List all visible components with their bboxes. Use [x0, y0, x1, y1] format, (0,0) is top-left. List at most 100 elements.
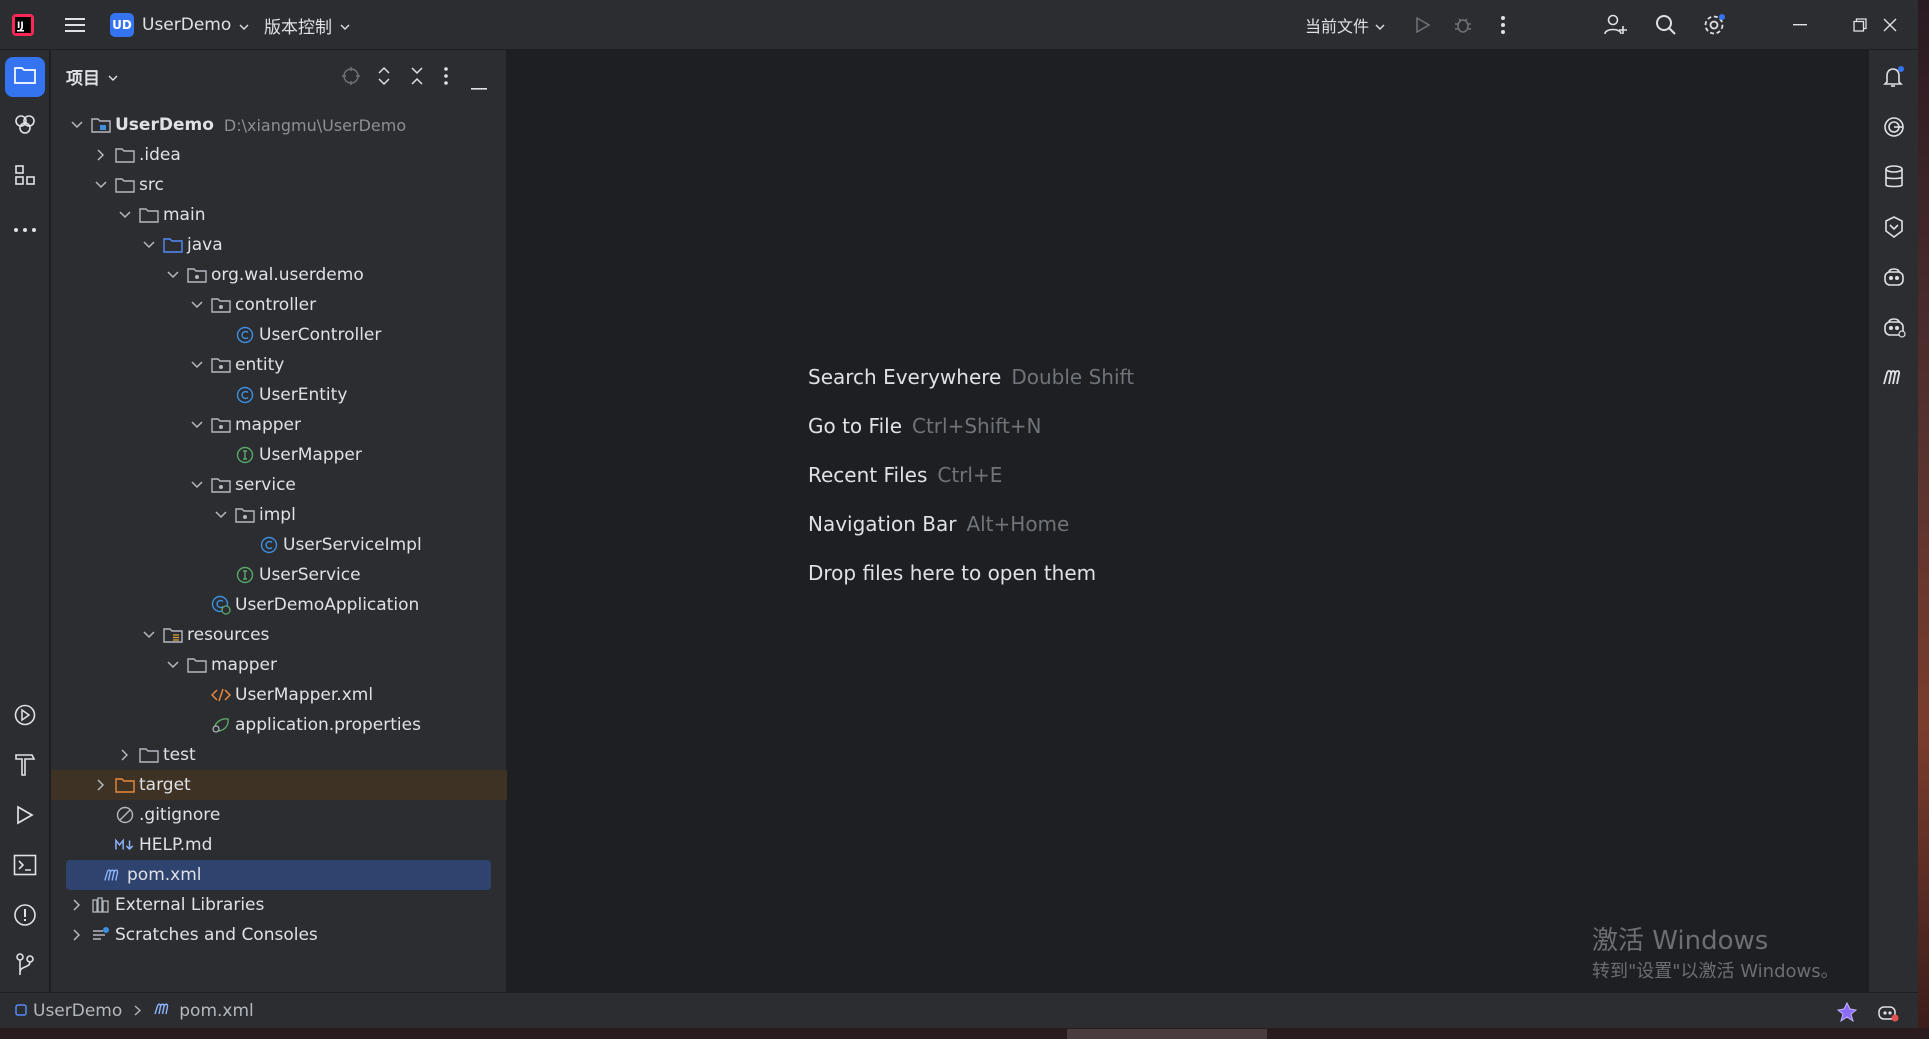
- right-tool-strip: [1868, 50, 1918, 992]
- tree-node-userservice[interactable]: UserService: [63, 560, 503, 590]
- database-icon[interactable]: [1874, 157, 1914, 197]
- ai-assistant-icon[interactable]: [1874, 107, 1914, 147]
- search-icon[interactable]: [1646, 0, 1686, 50]
- notifications-bell-icon[interactable]: [1874, 57, 1914, 97]
- tree-node-root[interactable]: UserDemo D:\xiangmu\UserDemo: [63, 110, 503, 140]
- tree-node-userdemoapplication[interactable]: UserDemoApplication: [63, 590, 503, 620]
- tree-node-usercontroller[interactable]: UserController: [63, 320, 503, 350]
- tree-node-usermapper[interactable]: UserMapper: [63, 440, 503, 470]
- maven-tool-icon[interactable]: [1874, 357, 1914, 397]
- tree-node-resources[interactable]: resources: [63, 620, 503, 650]
- bookmarks-tool-button[interactable]: [5, 107, 45, 147]
- chevron-down-icon[interactable]: [189, 477, 205, 493]
- left-tool-strip: [0, 50, 50, 992]
- copilot-icon[interactable]: [1874, 257, 1914, 297]
- tree-node-idea[interactable]: .idea: [63, 140, 503, 170]
- structure-tool-button[interactable]: [5, 157, 45, 197]
- tree-node-scratches[interactable]: Scratches and Consoles: [63, 920, 503, 950]
- more-actions-icon[interactable]: [1483, 0, 1523, 50]
- tree-node-src[interactable]: src: [63, 170, 503, 200]
- project-switcher[interactable]: UD UserDemo: [110, 0, 249, 50]
- chevron-right-icon[interactable]: [93, 147, 109, 163]
- tree-node-userserviceimpl[interactable]: UserServiceImpl: [63, 530, 503, 560]
- tree-node-package[interactable]: org.wal.userdemo: [63, 260, 503, 290]
- breadcrumb-project[interactable]: UserDemo: [33, 1001, 122, 1021]
- tree-label: HELP.md: [139, 835, 213, 855]
- chevron-down-icon[interactable]: [117, 207, 133, 223]
- chevron-down-icon[interactable]: [141, 627, 157, 643]
- project-panel: 项目 UserDemo D:\xiangmu\UserDemo .idea sr…: [51, 50, 507, 992]
- tip-go-to-file: Go to File Ctrl+Shift+N: [808, 414, 1042, 438]
- hide-panel-icon[interactable]: [471, 75, 487, 95]
- tree-node-service[interactable]: service: [63, 470, 503, 500]
- tree-node-usermapper-xml[interactable]: UserMapper.xml: [63, 680, 503, 710]
- chevron-right-icon[interactable]: [69, 927, 85, 943]
- tree-node-target[interactable]: target: [51, 770, 507, 800]
- options-icon[interactable]: [444, 67, 448, 90]
- tree-node-test[interactable]: test: [63, 740, 503, 770]
- breadcrumb: UserDemo pom.xml: [15, 993, 254, 1029]
- chevron-down-icon[interactable]: [141, 237, 157, 253]
- tree-node-help-md[interactable]: HELP.md: [63, 830, 503, 860]
- chevron-down-icon[interactable]: [93, 177, 109, 193]
- tree-node-external-libraries[interactable]: External Libraries: [63, 890, 503, 920]
- chevron-down-icon[interactable]: [189, 417, 205, 433]
- close-icon[interactable]: [1870, 0, 1910, 50]
- minimize-icon[interactable]: [1780, 0, 1820, 50]
- chevron-down-icon[interactable]: [213, 507, 229, 523]
- tip-shortcut: Ctrl+Shift+N: [912, 414, 1042, 438]
- tree-node-resources-mapper[interactable]: mapper: [63, 650, 503, 680]
- tree-node-gitignore[interactable]: .gitignore: [63, 800, 503, 830]
- copilot-status-icon[interactable]: [1877, 1001, 1899, 1028]
- git-tool-button[interactable]: [5, 947, 45, 987]
- build-tool-button[interactable]: [5, 747, 45, 787]
- tree-node-main[interactable]: main: [63, 200, 503, 230]
- tree-node-mapper[interactable]: mapper: [63, 410, 503, 440]
- tree-label: mapper: [235, 415, 302, 435]
- copilot-chat-icon[interactable]: [1874, 307, 1914, 347]
- tree-label: UserService: [259, 565, 361, 585]
- main-menu-icon[interactable]: [55, 0, 95, 50]
- settings-gear-icon[interactable]: [1694, 0, 1734, 50]
- run-config-selector[interactable]: 当前文件: [1305, 0, 1385, 50]
- project-tool-button[interactable]: [5, 57, 45, 97]
- collapse-all-icon[interactable]: [409, 66, 425, 91]
- tree-node-java[interactable]: java: [63, 230, 503, 260]
- editor-empty-area[interactable]: Search Everywhere Double Shift Go to File…: [508, 50, 1868, 992]
- tree-node-impl[interactable]: impl: [63, 500, 503, 530]
- chevron-down-icon[interactable]: [165, 657, 181, 673]
- expand-all-icon[interactable]: [376, 66, 392, 91]
- terminal-tool-button[interactable]: [5, 847, 45, 887]
- locate-icon[interactable]: [341, 66, 361, 91]
- tree-node-pom-xml[interactable]: pom.xml: [66, 860, 491, 890]
- tree-node-controller[interactable]: controller: [63, 290, 503, 320]
- tree-label: resources: [187, 625, 270, 645]
- intellij-logo-icon[interactable]: IJ: [10, 0, 36, 50]
- debug-icon[interactable]: [1443, 0, 1483, 50]
- tree-node-userentity[interactable]: UserEntity: [63, 380, 503, 410]
- add-user-icon[interactable]: [1596, 0, 1636, 50]
- chevron-down-icon[interactable]: [165, 267, 181, 283]
- chevron-down-icon[interactable]: [189, 297, 205, 313]
- ai-status-icon[interactable]: [1836, 1001, 1858, 1028]
- tip-action: Navigation Bar: [808, 512, 957, 536]
- chevron-right-icon[interactable]: [117, 747, 133, 763]
- package-icon: [211, 415, 231, 435]
- vcs-menu[interactable]: 版本控制: [264, 0, 350, 50]
- tree-node-application-properties[interactable]: application.properties: [63, 710, 503, 740]
- codeium-icon[interactable]: [1874, 207, 1914, 247]
- run-icon[interactable]: [1403, 0, 1443, 50]
- chevron-down-icon[interactable]: [189, 357, 205, 373]
- scratches-icon: [91, 925, 111, 945]
- chevron-down-icon[interactable]: [69, 117, 85, 133]
- chevron-right-icon[interactable]: [69, 897, 85, 913]
- breadcrumb-file[interactable]: pom.xml: [179, 1001, 254, 1021]
- tree-label: UserEntity: [259, 385, 348, 405]
- chevron-right-icon[interactable]: [93, 777, 109, 793]
- project-view-selector[interactable]: 项目: [66, 50, 118, 102]
- tree-node-entity[interactable]: entity: [63, 350, 503, 380]
- run-tool-button[interactable]: [5, 797, 45, 837]
- services-tool-button[interactable]: [5, 697, 45, 737]
- problems-tool-button[interactable]: [5, 897, 45, 937]
- more-tool-windows-button[interactable]: [5, 207, 45, 247]
